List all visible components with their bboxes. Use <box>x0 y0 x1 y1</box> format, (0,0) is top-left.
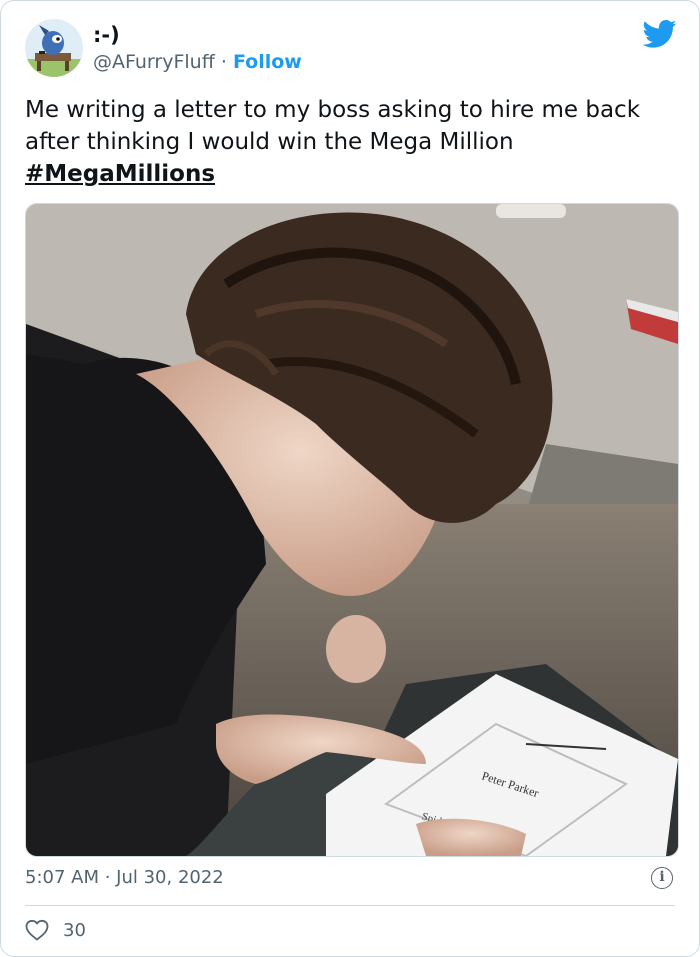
follow-button[interactable]: Follow <box>233 51 302 73</box>
info-icon[interactable]: i <box>651 867 673 889</box>
tweet-text: Me writing a letter to my boss asking to… <box>25 94 675 190</box>
like-count: 30 <box>63 919 86 941</box>
twitter-bird-icon[interactable] <box>642 19 677 49</box>
separator-dot: · <box>214 51 233 73</box>
divider <box>25 905 675 906</box>
handle-row: @AFurryFluff · Follow <box>93 51 302 73</box>
heart-icon <box>25 919 49 941</box>
display-name[interactable]: :-) <box>93 23 120 47</box>
avatar[interactable] <box>25 19 83 77</box>
user-handle[interactable]: @AFurryFluff <box>93 51 215 73</box>
tweet-card: :-) @AFurryFluff · Follow Me writing a l… <box>0 0 700 957</box>
hashtag-link[interactable]: #MegaMillions <box>25 158 215 190</box>
tweet-timestamp[interactable]: 5:07 AM · Jul 30, 2022 <box>25 867 224 888</box>
like-button[interactable]: 30 <box>25 919 86 941</box>
info-glyph: i <box>659 869 665 885</box>
tweet-body: Me writing a letter to my boss asking to… <box>25 97 641 155</box>
tweet-photo[interactable]: Peter Parker Spid <box>25 203 679 857</box>
